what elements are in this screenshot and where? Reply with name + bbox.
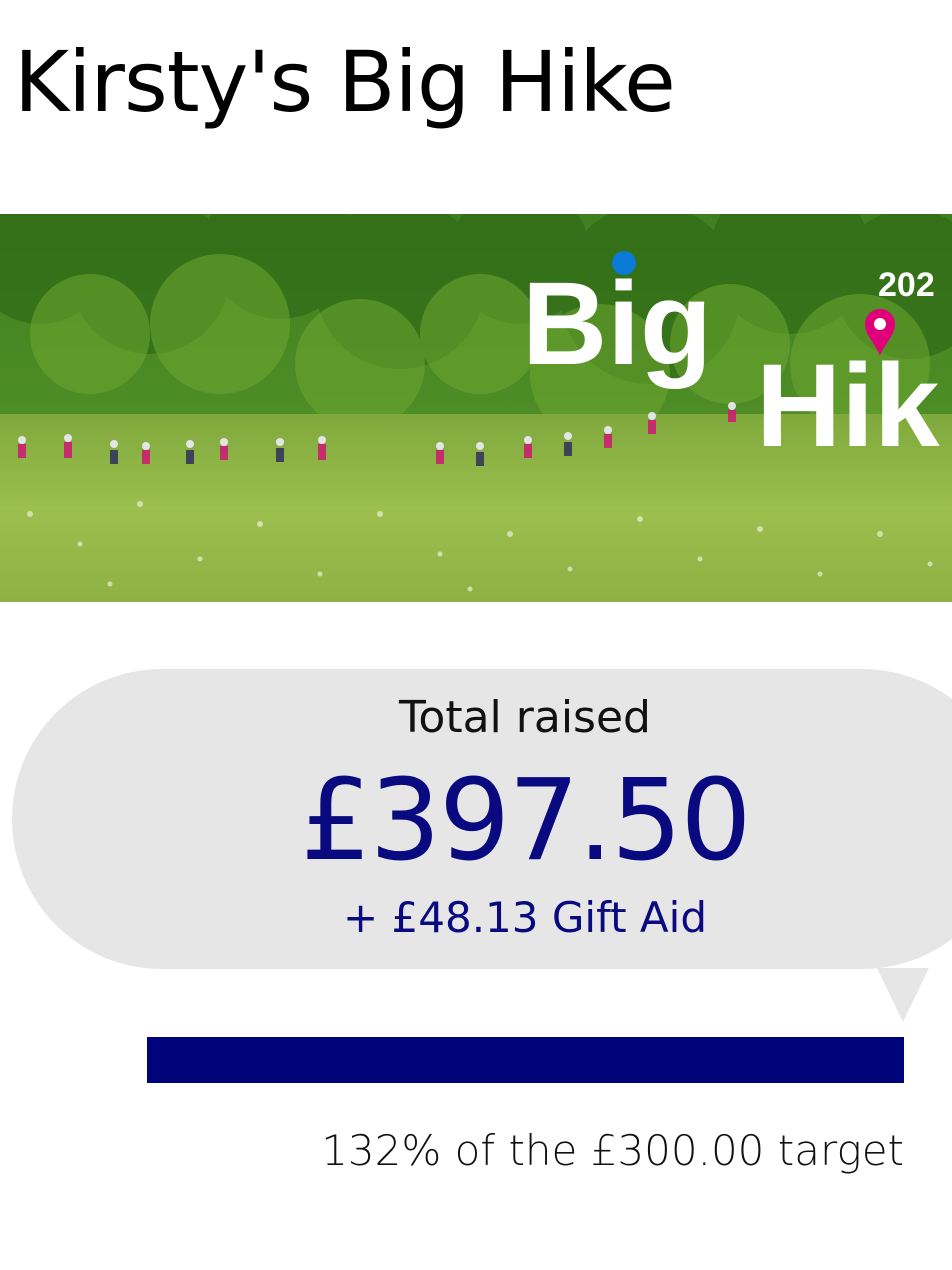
gift-aid-amount: + £48.13 Gift Aid — [343, 893, 707, 942]
total-raised-amount: £397.50 — [300, 756, 751, 886]
logo-year: 202 — [878, 266, 935, 304]
banner-image: Big Hik 202 — [0, 214, 952, 602]
progress-bar — [147, 1037, 904, 1083]
logo-dot-icon — [612, 251, 636, 275]
logo-hike: Hik — [756, 340, 940, 472]
page-title: Kirsty's Big Hike — [14, 33, 676, 131]
bubble-pointer — [877, 968, 929, 1022]
progress-bar-fill — [147, 1037, 904, 1083]
logo-big: Big — [522, 258, 712, 390]
fundraising-page: Kirsty's Big Hike Big Hik 202 Total rais… — [0, 0, 952, 1270]
target-progress-text: 132% of the £300.00 target — [321, 1126, 904, 1175]
total-raised-label: Total raised — [399, 692, 651, 743]
